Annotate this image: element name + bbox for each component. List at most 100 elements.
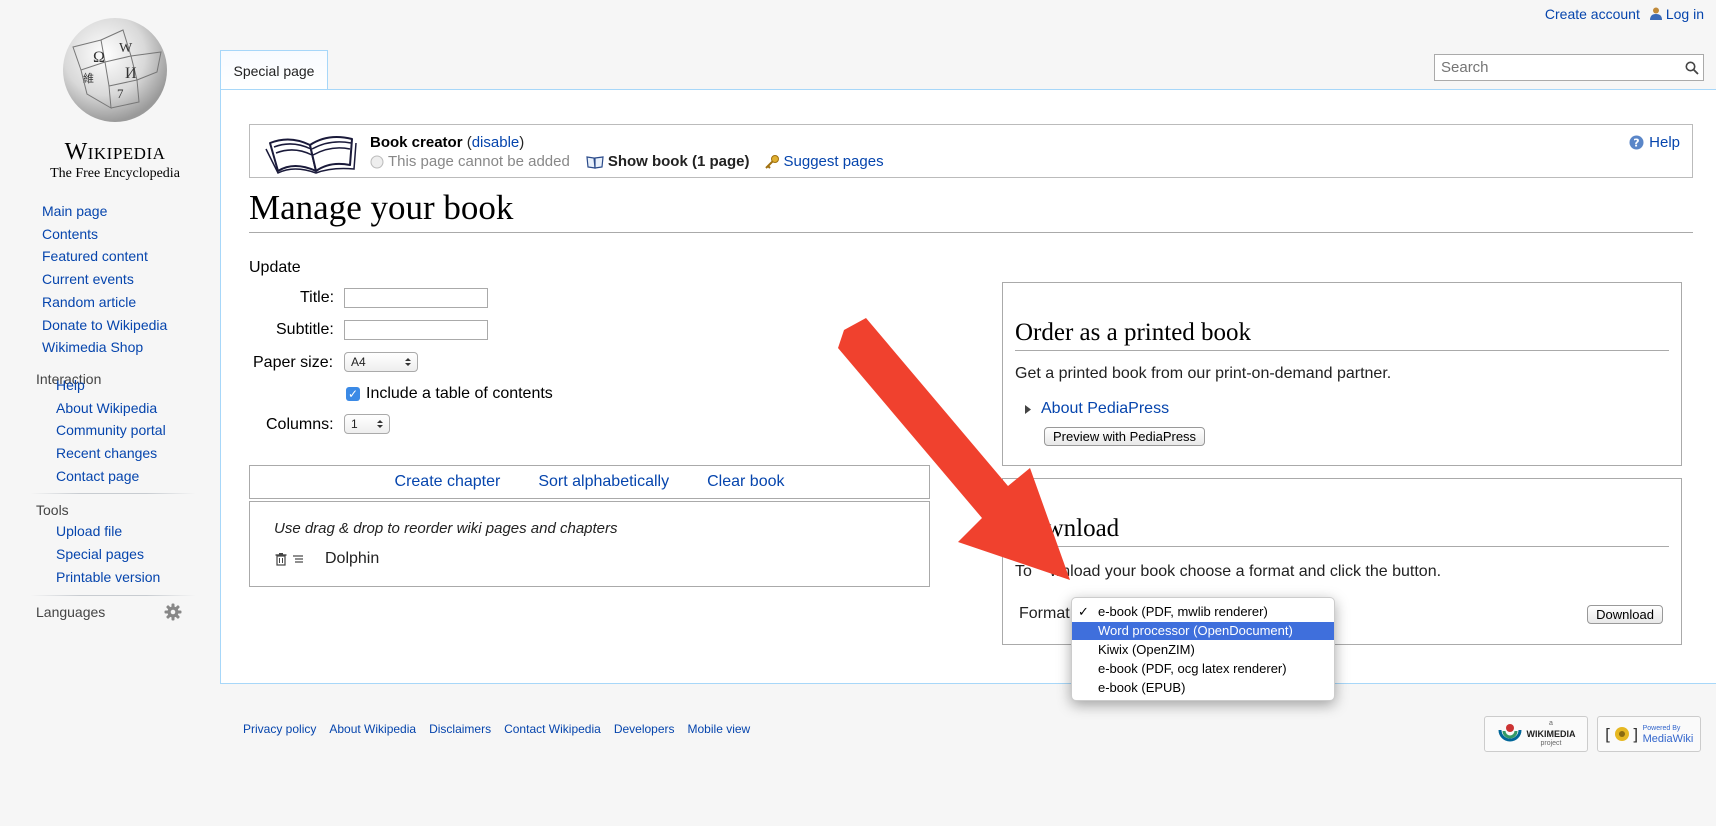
sidebar-link[interactable]: Printable version [56, 569, 160, 585]
trash-icon[interactable] [274, 552, 288, 566]
sidebar-link[interactable]: Main page [42, 203, 107, 219]
wikimedia-a: a [1549, 720, 1553, 727]
footer-link-mobile-view[interactable]: Mobile view [688, 722, 751, 736]
sidebar-link[interactable]: Contact page [56, 468, 139, 484]
tools-heading[interactable]: Tools [0, 500, 210, 520]
help-link-group[interactable]: ? Help [1629, 134, 1680, 151]
cannot-add-text: This page cannot be added [388, 153, 570, 170]
footer-link-contact[interactable]: Contact Wikipedia [504, 722, 601, 736]
list-icon[interactable] [291, 552, 305, 566]
sidebar-item-special-pages[interactable]: Special pages [56, 543, 210, 566]
chapter-toolbar: Create chapter Sort alphabetically Clear… [249, 465, 930, 499]
languages-heading[interactable]: Languages [36, 602, 105, 622]
book-creator-heading: Book creator [370, 134, 463, 151]
paper-size-select[interactable]: A4 [344, 352, 418, 372]
sidebar-link[interactable]: Wikimedia Shop [42, 339, 143, 355]
toc-checkbox-row[interactable]: ✓ Include a table of contents [346, 385, 553, 403]
sidebar-item-recent-changes[interactable]: Recent changes [56, 442, 210, 465]
wikimedia-project-badge[interactable]: a WIKIMEDIA project [1484, 716, 1588, 752]
create-chapter-link[interactable]: Create chapter [395, 473, 501, 491]
list-item[interactable]: Dolphin [274, 550, 379, 568]
sidebar-item-donate[interactable]: Donate to Wikipedia [42, 314, 210, 337]
sidebar-item-contact-page[interactable]: Contact page [56, 465, 210, 488]
subtitle-label: Subtitle: [276, 321, 334, 338]
red-arrow-icon [838, 318, 1070, 580]
disable-link[interactable]: disable [472, 134, 520, 151]
download-heading: Download [1015, 515, 1669, 547]
footer-link-developers[interactable]: Developers [614, 722, 675, 736]
sidebar-item-wikimedia-shop[interactable]: Wikimedia Shop [42, 336, 210, 359]
sidebar-item-featured-content[interactable]: Featured content [42, 245, 210, 268]
key-icon [764, 154, 779, 169]
show-book-link[interactable]: Show book (1 page) [608, 153, 750, 170]
sidebar-link[interactable]: Donate to Wikipedia [42, 317, 167, 333]
book-creator-bar: Book creator (disable) This page cannot … [249, 124, 1693, 178]
gear-icon[interactable] [164, 603, 182, 621]
suggest-pages-link[interactable]: Suggest pages [784, 153, 884, 170]
format-dropdown-menu: ✓ e-book (PDF, mwlib renderer) Word proce… [1071, 597, 1335, 701]
help-link[interactable]: Help [1649, 134, 1680, 151]
sidebar-link[interactable]: Special pages [56, 546, 144, 562]
toc-checkbox[interactable]: ✓ [346, 387, 360, 401]
footer-link-privacy[interactable]: Privacy policy [243, 722, 316, 736]
drag-drop-hint: Use drag & drop to reorder wiki pages an… [274, 520, 618, 537]
page-title: Manage your book [249, 188, 1693, 233]
login-link[interactable]: Log in [1666, 6, 1704, 22]
sidebar-item-printable-version[interactable]: Printable version [56, 566, 210, 589]
sidebar-link[interactable]: Community portal [56, 422, 166, 438]
footer-link-about[interactable]: About Wikipedia [329, 722, 416, 736]
sidebar-link[interactable]: Upload file [56, 523, 122, 539]
format-option[interactable]: ✓ e-book (PDF, mwlib renderer) [1072, 603, 1334, 621]
title-input[interactable] [344, 288, 488, 308]
clear-book-link[interactable]: Clear book [707, 473, 784, 491]
wikimedia-logo-icon [1498, 724, 1521, 742]
navigation-list: Main page Contents Featured content Curr… [0, 200, 210, 359]
subtitle-input[interactable] [344, 320, 488, 340]
sidebar-item-help[interactable]: Help [56, 374, 210, 397]
sidebar-item-current-events[interactable]: Current events [42, 268, 210, 291]
sidebar-link[interactable]: Featured content [42, 248, 148, 264]
search-button[interactable] [1681, 57, 1703, 79]
select-arrows-icon [405, 358, 411, 366]
sidebar-link[interactable]: Recent changes [56, 445, 157, 461]
option-label: e-book (EPUB) [1098, 680, 1186, 695]
personal-tools: Create account Log in [1545, 6, 1704, 22]
open-book-icon [265, 136, 357, 175]
order-printed-book-box: Order as a printed book Get a printed bo… [1002, 282, 1682, 466]
sidebar-link[interactable]: Random article [42, 294, 136, 310]
footer-links: Privacy policy About Wikipedia Disclaime… [243, 722, 750, 736]
sidebar-link[interactable]: Contents [42, 226, 98, 242]
wordmark-text: Wikipedia [64, 139, 166, 165]
format-option-highlighted[interactable]: Word processor (OpenDocument) [1072, 622, 1334, 640]
mediawiki-powered-badge[interactable]: [] Powered By MediaWiki [1597, 716, 1701, 752]
wikipedia-logo[interactable]: Ω W И 維 7 Wikipedia The Free Encyclopedi… [30, 12, 200, 182]
login-group[interactable]: Log in [1649, 6, 1704, 22]
footer-link-disclaimers[interactable]: Disclaimers [429, 722, 491, 736]
search-input[interactable] [1435, 59, 1681, 76]
svg-text:Ω: Ω [93, 49, 105, 66]
tab-special-page[interactable]: Special page [220, 50, 328, 91]
paper-size-value: A4 [351, 355, 366, 369]
sidebar-item-random-article[interactable]: Random article [42, 291, 210, 314]
format-option[interactable]: Kiwix (OpenZIM) [1072, 641, 1334, 659]
wikimedia-label: WIKIMEDIA [1526, 729, 1576, 739]
columns-select[interactable]: 1 [344, 414, 390, 434]
sidebar-link[interactable]: About Wikipedia [56, 400, 157, 416]
portal-divider [30, 594, 196, 596]
sidebar-item-about[interactable]: About Wikipedia [56, 397, 210, 420]
sidebar-item-contents[interactable]: Contents [42, 223, 210, 246]
sidebar-link[interactable]: Help [56, 377, 85, 393]
sidebar-item-main-page[interactable]: Main page [42, 200, 210, 223]
svg-text:W: W [119, 41, 133, 56]
columns-label: Columns: [266, 416, 334, 433]
list-item-title[interactable]: Dolphin [325, 550, 379, 568]
download-button[interactable]: Download [1587, 605, 1663, 624]
create-account-link[interactable]: Create account [1545, 6, 1640, 22]
format-option[interactable]: e-book (PDF, ocg latex renderer) [1072, 660, 1334, 678]
sidebar-item-upload-file[interactable]: Upload file [56, 520, 210, 543]
format-option[interactable]: e-book (EPUB) [1072, 679, 1334, 697]
sidebar-item-community-portal[interactable]: Community portal [56, 419, 210, 442]
option-label: e-book (PDF, mwlib renderer) [1098, 604, 1268, 619]
sidebar-link[interactable]: Current events [42, 271, 134, 287]
sort-alphabetically-link[interactable]: Sort alphabetically [538, 473, 669, 491]
